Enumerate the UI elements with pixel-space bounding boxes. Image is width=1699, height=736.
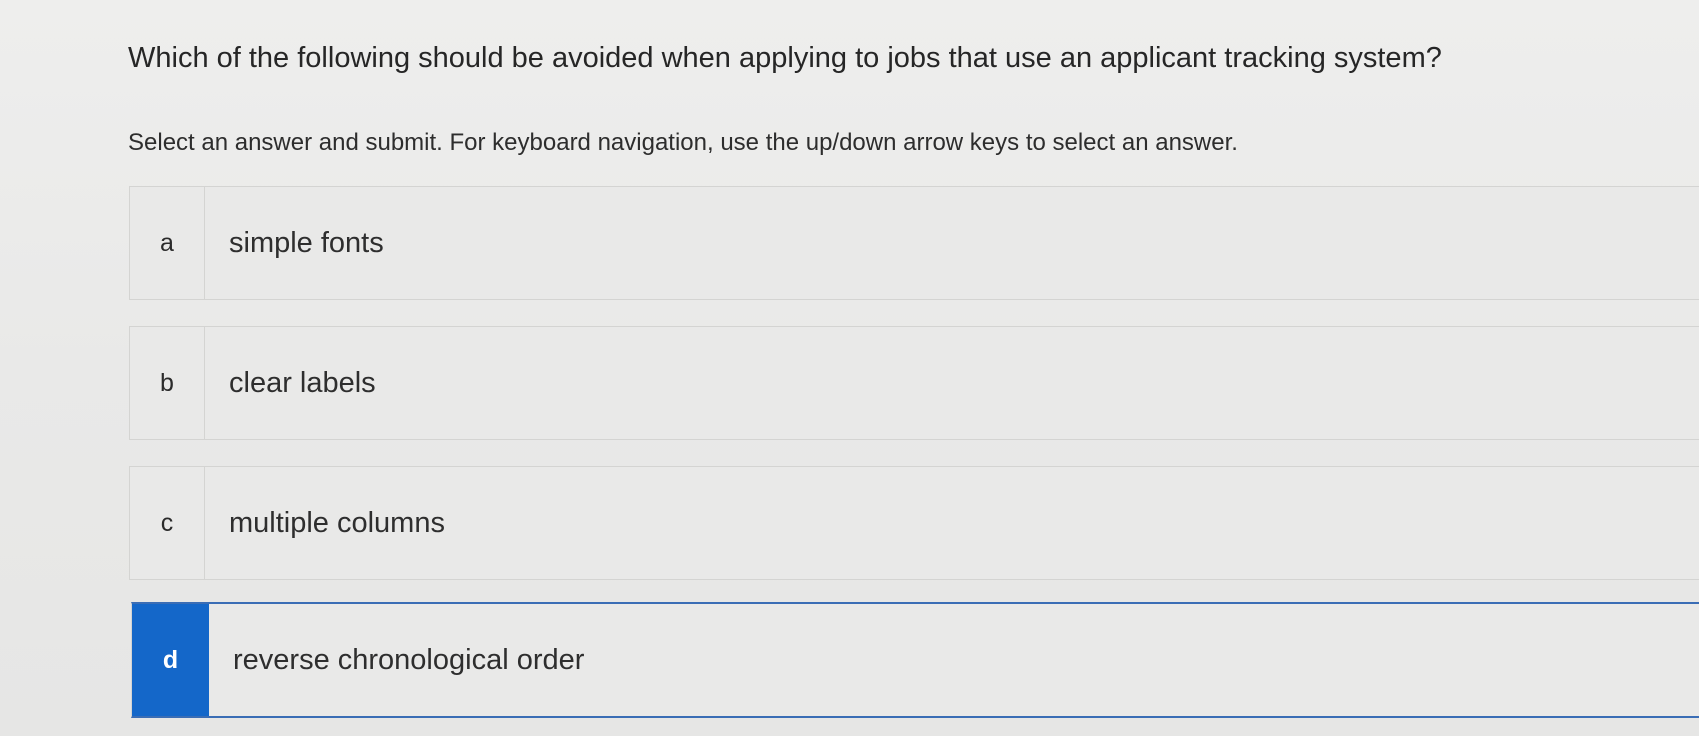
answer-option-c[interactable]: c multiple columns bbox=[129, 466, 1699, 580]
answer-option-d-selected[interactable]: d reverse chronological order bbox=[131, 602, 1699, 718]
option-letter: c bbox=[130, 467, 205, 579]
answer-option-b[interactable]: b clear labels bbox=[129, 326, 1699, 440]
option-label: multiple columns bbox=[229, 506, 445, 539]
answer-option-a[interactable]: a simple fonts bbox=[129, 186, 1699, 300]
option-letter: d bbox=[132, 604, 209, 716]
answer-options: a simple fonts b clear labels c multiple… bbox=[0, 0, 1699, 736]
option-label: clear labels bbox=[229, 366, 376, 399]
quiz-page: Which of the following should be avoided… bbox=[0, 0, 1699, 736]
option-letter: a bbox=[130, 187, 205, 299]
option-letter: b bbox=[130, 327, 205, 439]
option-label: reverse chronological order bbox=[233, 643, 585, 676]
option-label: simple fonts bbox=[229, 226, 384, 259]
